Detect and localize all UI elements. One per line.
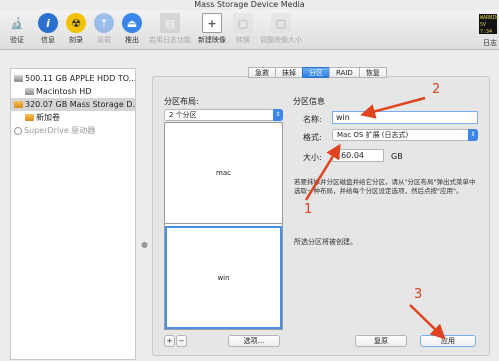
burn-icon: ☢ [66, 13, 86, 33]
mount-label: 装载 [97, 36, 111, 44]
eject-icon: ⏏ [122, 13, 142, 33]
info-button[interactable]: i 信息 [36, 13, 60, 45]
new-image-label: 新建映像 [198, 36, 226, 44]
chevron-updown-icon: ⇕ [468, 129, 478, 141]
enable-journal-label: 启用日志功能 [149, 36, 191, 44]
size-unit: GB [391, 152, 403, 161]
hard-disk-icon [14, 75, 23, 82]
sidebar-item-new-volume[interactable]: 新加卷 [11, 111, 135, 124]
convert-button[interactable]: ▢ 转换 [232, 13, 254, 45]
tab-bar: 急救 抹掉 分区 RAID 恢复 [248, 67, 387, 78]
eject-button[interactable]: ⏏ 推出 [120, 13, 144, 45]
burn-button[interactable]: ☢ 刻录 [64, 13, 88, 45]
add-partition-button[interactable]: + [164, 335, 175, 347]
partition-mac[interactable]: mac [165, 123, 282, 224]
log-label: 日志 [483, 39, 497, 47]
new-image-icon: + [202, 13, 222, 33]
info-heading: 分区信息 [293, 97, 325, 106]
format-select-value: Mac OS 扩展 (日志式) [337, 131, 409, 139]
size-field[interactable]: 160.04 [332, 149, 384, 162]
volume-icon [25, 88, 34, 95]
convert-label: 转换 [236, 36, 250, 44]
annotation-number-1: 1 [304, 202, 313, 217]
sidebar-item-superdrive[interactable]: SuperDrive 驱动器 [11, 124, 135, 137]
sidebar-item-apple-hdd[interactable]: 500.11 GB APPLE HDD TO... [11, 72, 135, 85]
convert-icon: ▢ [233, 13, 253, 33]
tab-restore[interactable]: 恢复 [358, 67, 387, 78]
annotation-number-3: 3 [414, 287, 423, 302]
annotation-number-2: 2 [432, 82, 441, 97]
resize-image-button[interactable]: ▢ 调整映像大小 [256, 13, 306, 45]
info-label: 信息 [41, 36, 55, 44]
journal-icon: ▤ [160, 13, 180, 33]
toolbar: 🔬 验证 i 信息 ☢ 刻录 ⇡ 装载 ⏏ 推出 ▤ 启用日志功能 + 新建映像… [0, 10, 499, 50]
tab-partition[interactable]: 分区 [302, 67, 330, 78]
partition-status: 所选分区将被创建。 [294, 238, 357, 246]
layout-select-value: 2 个分区 [169, 111, 197, 119]
sidebar-item-label: 320.07 GB Mass Storage D... [25, 100, 135, 109]
external-disk-icon [14, 101, 23, 108]
format-select[interactable]: Mac OS 扩展 (日志式) ⇕ [332, 129, 478, 141]
sidebar-item-mass-storage[interactable]: 320.07 GB Mass Storage D... [11, 98, 135, 111]
sidebar-item-macintosh-hd[interactable]: Macintosh HD [11, 85, 135, 98]
layout-select[interactable]: 2 个分区 ⇕ [164, 109, 283, 121]
verify-button[interactable]: 🔬 验证 [4, 13, 30, 45]
sidebar-item-label: SuperDrive 驱动器 [24, 126, 96, 135]
revert-button[interactable]: 复原 [355, 335, 407, 347]
burn-label: 刻录 [69, 36, 83, 44]
microscope-icon: 🔬 [10, 16, 24, 30]
volume-icon [25, 114, 34, 121]
verify-label: 验证 [10, 36, 24, 44]
disk-sidebar: 500.11 GB APPLE HDD TO... Macintosh HD 3… [10, 68, 136, 360]
info-icon: i [38, 13, 58, 33]
partition-layout-map: mac win [164, 122, 283, 330]
options-button[interactable]: 选项... [228, 335, 280, 347]
layout-heading: 分区布局: [164, 97, 199, 106]
window-title: Mass Storage Device Media [194, 0, 305, 9]
disk-utility-window: Mass Storage Device Media 🔬 验证 i 信息 ☢ 刻录… [0, 0, 499, 361]
split-handle-icon[interactable]: ● [141, 240, 148, 249]
sidebar-item-label: Macintosh HD [36, 87, 92, 96]
mount-icon: ⇡ [94, 13, 114, 33]
name-label: 名称: [303, 115, 322, 124]
resize-image-label: 调整映像大小 [260, 36, 302, 44]
new-image-button[interactable]: + 新建映像 [196, 13, 228, 45]
enable-journal-button[interactable]: ▤ 启用日志功能 [146, 13, 194, 45]
partition-win[interactable]: win [165, 226, 282, 329]
remove-partition-button[interactable]: − [176, 335, 187, 347]
eject-label: 推出 [125, 36, 139, 44]
partition-instructions: 若要抹掉并分区磁盘并给它分区，请从"分区布局"弹出式菜单中选取一种布局，并给每个… [294, 178, 476, 195]
log-icon[interactable]: WARNIN 5V 7:34 [479, 14, 498, 35]
sidebar-item-label: 新加卷 [36, 113, 60, 122]
mount-button[interactable]: ⇡ 装载 [92, 13, 116, 45]
apply-button[interactable]: 应用 [420, 335, 476, 347]
sidebar-item-label: 500.11 GB APPLE HDD TO... [25, 74, 135, 83]
tab-erase[interactable]: 抹掉 [275, 67, 303, 78]
chevron-updown-icon: ⇕ [273, 109, 283, 121]
resize-image-icon: ▢ [271, 13, 291, 33]
size-label: 大小: [303, 153, 322, 162]
tab-first-aid[interactable]: 急救 [248, 67, 276, 78]
tab-raid[interactable]: RAID [329, 67, 360, 78]
optical-drive-icon [14, 126, 22, 135]
format-label: 格式: [303, 133, 322, 142]
name-field[interactable]: win [332, 111, 478, 124]
